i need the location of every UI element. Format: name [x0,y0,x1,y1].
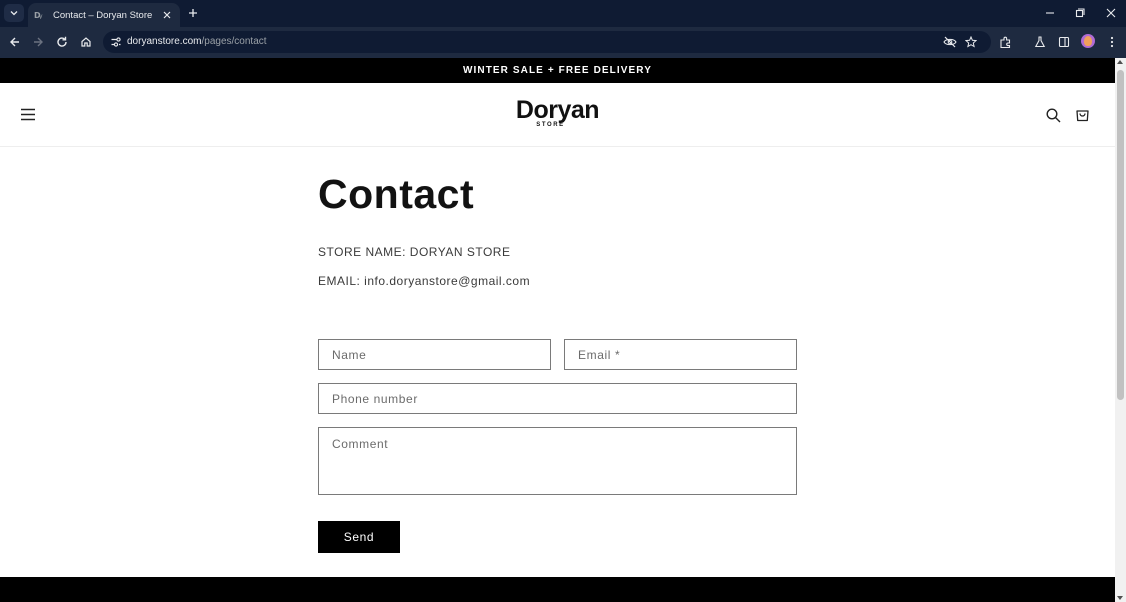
url-host: doryanstore.com [127,36,202,47]
send-button[interactable]: Send [318,521,400,553]
labs-icon[interactable] [1032,34,1048,50]
scroll-up-arrow-icon[interactable] [1117,60,1123,64]
new-tab-icon[interactable] [186,6,200,20]
site-footer [0,577,1115,602]
search-icon[interactable] [1044,106,1062,124]
svg-text:y: y [39,13,43,19]
email-text: EMAIL: info.doryanstore@gmail.com [318,274,531,288]
cart-icon[interactable] [1073,105,1091,123]
comment-textarea[interactable] [318,427,797,495]
restore-icon[interactable] [1073,6,1087,20]
close-icon[interactable] [160,8,174,22]
kebab-menu-icon[interactable] [1104,34,1120,50]
hamburger-icon[interactable] [19,106,37,122]
url-path: /pages/contact [201,36,267,47]
home-icon[interactable] [78,34,94,50]
minimize-icon[interactable] [1043,6,1057,20]
page-title: Contact [318,171,475,217]
forward-icon[interactable] [30,34,46,50]
browser-tab-bar: Dy Contact – Doryan Store [0,0,1126,27]
announcement-bar: WINTER SALE + FREE DELIVERY [0,58,1115,83]
web-page: WINTER SALE + FREE DELIVERY Doryan STORE… [0,58,1115,602]
profile-avatar[interactable] [1081,34,1095,48]
page-scrollbar[interactable] [1115,58,1126,602]
scroll-down-arrow-icon[interactable] [1117,596,1123,600]
store-name-text: STORE NAME: DORYAN STORE [318,245,511,259]
tab-title: Contact – Doryan Store [53,9,153,21]
logo-wordmark: Doryan [515,96,600,124]
url-text[interactable]: doryanstore.com/pages/contact [127,36,267,47]
eye-off-icon[interactable] [942,34,958,50]
phone-input[interactable] [318,383,797,414]
back-icon[interactable] [7,34,23,50]
tab-search-icon[interactable] [4,4,24,22]
extensions-icon[interactable] [997,34,1013,50]
close-window-icon[interactable] [1104,6,1118,20]
site-header: Doryan STORE [0,83,1115,147]
browser-tab[interactable]: Dy Contact – Doryan Store [28,3,180,27]
sidepanel-icon[interactable] [1056,34,1072,50]
reload-icon[interactable] [54,34,70,50]
site-info-icon[interactable] [109,35,123,49]
star-icon[interactable] [963,34,979,50]
scrollbar-thumb[interactable] [1117,70,1124,400]
email-input[interactable] [564,339,797,370]
name-input[interactable] [318,339,551,370]
favicon-icon: Dy [34,10,46,20]
store-logo[interactable]: Doryan STORE [510,97,605,128]
